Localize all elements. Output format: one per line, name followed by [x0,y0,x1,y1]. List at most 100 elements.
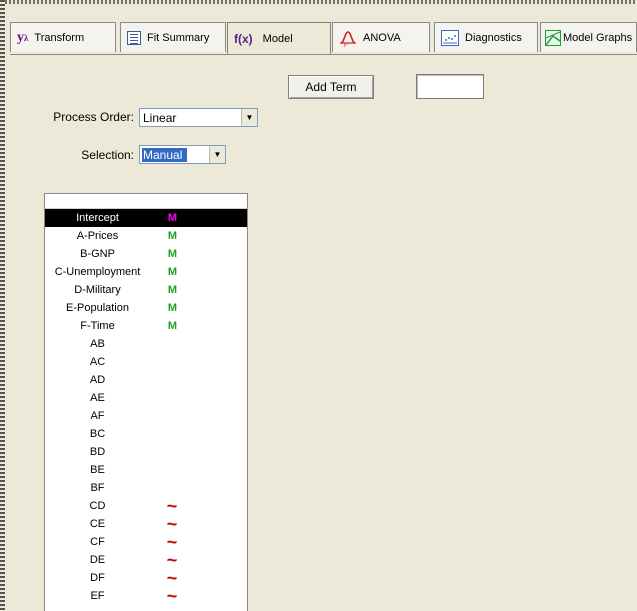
tab-label: Fit Summary [147,31,210,44]
term-marker: M [167,265,177,278]
aliased-term-marker-icon[interactable]: ~ [165,551,179,569]
term-row[interactable]: BC [45,425,247,443]
model-graphs-icon [545,29,561,46]
anova-icon: F [339,29,357,47]
term-row[interactable]: AB [45,335,247,353]
term-row[interactable]: D-Military M [45,281,247,299]
tab-fit-summary[interactable]: Fit Summary [120,22,226,52]
term-marker-empty[interactable] [165,425,179,443]
term-name: BC [89,428,106,440]
term-name: Intercept [76,212,119,224]
term-marker-empty[interactable] [165,389,179,407]
process-order-select[interactable]: Linear ▼ [139,108,258,127]
term-name: CD [89,500,106,512]
aliased-term-marker-icon[interactable]: ~ [165,515,179,533]
term-name: AD [89,374,106,386]
y-lambda-icon: yλ [17,29,29,45]
term-row[interactable]: AF [45,407,247,425]
term-row[interactable]: B-GNP M [45,245,247,263]
aliased-term-marker-icon[interactable]: ~ [165,533,179,551]
term-row[interactable]: AE [45,389,247,407]
tab-label: ANOVA [363,31,401,44]
term-name: DE [89,554,106,566]
term-name: F-Time [80,320,115,332]
list-icon [127,30,141,45]
chevron-down-icon[interactable]: ▼ [209,146,225,163]
tab-anova[interactable]: F ANOVA [332,22,430,52]
model-term-marker-icon[interactable]: M [165,245,179,263]
term-marker: M [167,211,177,224]
term-row[interactable]: AD [45,371,247,389]
term-row[interactable]: A-Prices M [45,227,247,245]
tab-bar: yλ Transform Fit Summary f(x) Model F AN… [10,22,637,55]
term-row[interactable]: C-Unemployment M [45,263,247,281]
term-marker-empty[interactable] [165,461,179,479]
term-row[interactable]: EF ~ [45,587,247,605]
add-term-input[interactable] [416,74,484,99]
term-marker: ~ [166,550,178,570]
window-frame-left [0,0,5,611]
term-row[interactable]: E-Population M [45,299,247,317]
selection-label: Selection: [81,148,134,162]
term-marker: M [167,319,177,332]
term-row[interactable]: Intercept M [45,209,247,227]
term-marker-empty[interactable] [165,335,179,353]
tab-diagnostics[interactable]: Diagnostics [434,22,538,52]
model-terms-list: Intercept M A-Prices M B-GNP M C-Unemployment M… [44,193,248,611]
model-term-marker-icon[interactable]: M [165,317,179,335]
add-term-button[interactable]: Add Term [288,75,374,99]
window-frame-top [5,0,637,4]
term-marker: ~ [166,568,178,588]
term-marker-empty[interactable] [165,443,179,461]
term-marker: M [167,247,177,260]
aliased-term-marker-icon[interactable]: ~ [165,587,179,605]
term-name: B-GNP [80,248,115,260]
tab-model[interactable]: f(x) Model [227,22,331,55]
term-marker-empty[interactable] [165,371,179,389]
term-row[interactable]: CD ~ [45,497,247,515]
term-name: DF [90,572,105,584]
term-name: AB [90,338,105,350]
svg-text:F: F [344,43,348,47]
term-marker-empty[interactable] [165,407,179,425]
term-name: CE [89,518,106,530]
term-row[interactable]: CE ~ [45,515,247,533]
term-row[interactable]: BF [45,479,247,497]
term-row[interactable]: AC [45,353,247,371]
term-name: BE [90,464,105,476]
list-header [45,194,247,209]
tab-label: Transform [34,31,85,44]
model-term-marker-icon[interactable]: M [165,263,179,281]
tab-divider [10,54,637,55]
term-row[interactable]: F-Time M [45,317,247,335]
term-marker: ~ [166,586,178,606]
term-marker: M [167,283,177,296]
model-term-marker-icon[interactable]: M [165,299,179,317]
term-marker-empty[interactable] [165,353,179,371]
tab-transform[interactable]: yλ Transform [10,22,116,52]
model-term-marker-icon[interactable]: M [165,281,179,299]
term-marker: M [167,301,177,314]
aliased-term-marker-icon[interactable]: ~ [165,569,179,587]
chevron-down-icon[interactable]: ▼ [241,109,257,126]
tab-label: Diagnostics [465,31,522,44]
aliased-term-marker-icon[interactable]: ~ [165,497,179,515]
selection-select[interactable]: Manual ▼ [139,145,226,164]
term-name: C-Unemployment [54,266,141,278]
model-term-marker-icon[interactable]: M [165,209,179,227]
term-marker: ~ [166,532,178,552]
term-row[interactable]: CF ~ [45,533,247,551]
term-row[interactable]: DF ~ [45,569,247,587]
term-row[interactable]: DE ~ [45,551,247,569]
tab-model-graphs[interactable]: Model Graphs [540,22,637,52]
term-name: BF [90,482,105,494]
term-name: A-Prices [76,230,119,242]
model-term-marker-icon[interactable]: M [165,227,179,245]
tab-label: Model Graphs [563,31,633,44]
term-row[interactable]: BE [45,461,247,479]
selection-value: Manual [142,147,187,162]
term-row[interactable]: BD [45,443,247,461]
term-name: AF [90,410,105,422]
term-marker-empty[interactable] [165,479,179,497]
term-name: EF [90,590,105,602]
